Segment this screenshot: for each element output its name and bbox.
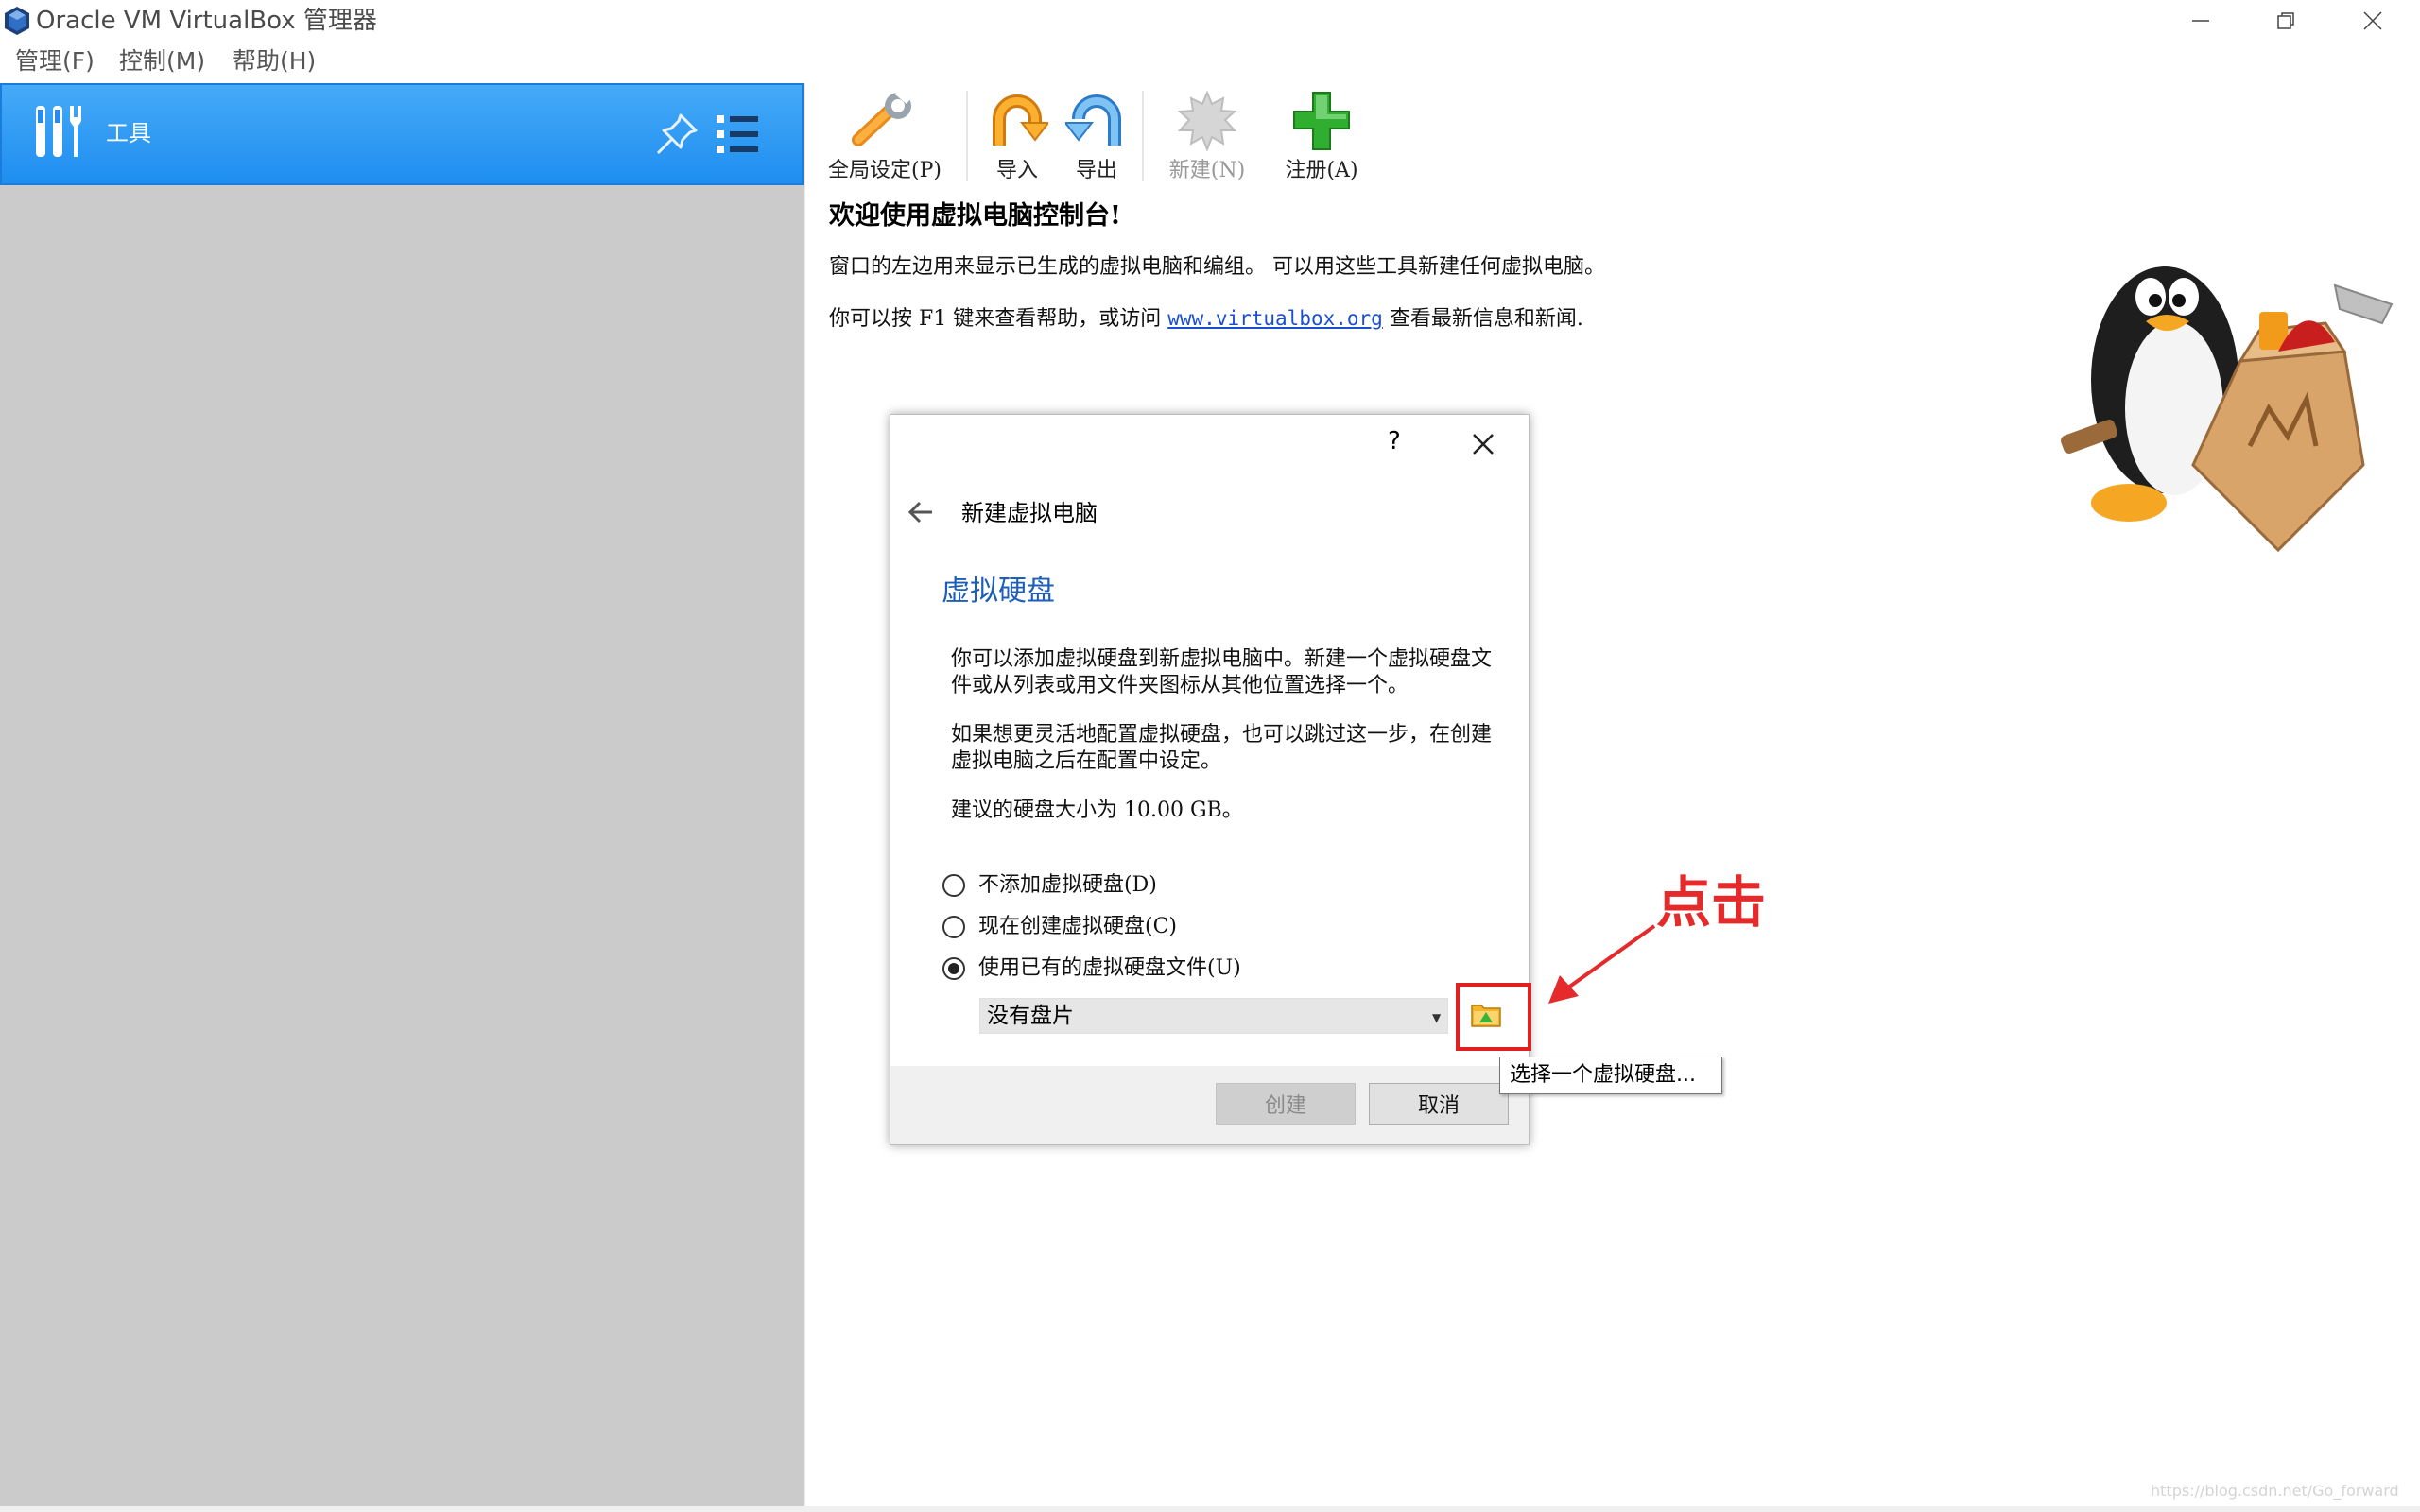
chevron-down-icon[interactable]: ▼ <box>1432 1011 1441 1024</box>
welcome-title: 欢迎使用虚拟电脑控制台! <box>829 201 1121 231</box>
register-icon <box>1293 92 1350 150</box>
watermark: https://blog.csdn.net/Go_forward <box>2151 1482 2399 1500</box>
annotation-arrow-icon <box>1548 924 1656 1004</box>
machine-list-pane <box>0 83 804 1512</box>
import-button[interactable]: 导入 <box>979 87 1055 185</box>
list-menu-icon[interactable] <box>715 112 762 157</box>
radio-button[interactable] <box>942 957 965 980</box>
folder-tooltip: 选择一个虚拟硬盘... <box>1499 1057 1722 1094</box>
menu-manage[interactable]: 管理(F) <box>15 47 95 76</box>
export-label: 导出 <box>1075 159 1117 182</box>
back-arrow-icon[interactable] <box>906 499 936 525</box>
toolbar-separator <box>966 91 968 181</box>
folder-icon[interactable] <box>1470 998 1502 1030</box>
dialog-close-icon[interactable] <box>1468 429 1498 459</box>
dialog-help-button[interactable]: ? <box>1388 427 1401 455</box>
menu-control[interactable]: 控制(M) <box>119 47 205 76</box>
tux-toolbox-illustration <box>2061 266 2394 553</box>
description-paragraph-2: 如果想更灵活地配置虚拟硬盘，也可以跳过这一步，在创建虚拟电脑之后在配置中设定。 <box>951 723 1493 773</box>
radio-no-disk[interactable]: 不添加虚拟硬盘(D) <box>942 871 1157 900</box>
pane-splitter[interactable] <box>804 83 805 1512</box>
radio-button[interactable] <box>942 916 965 938</box>
pin-icon[interactable] <box>652 110 701 159</box>
welcome-line-2-prefix: 你可以按 F1 键来查看帮助，或访问 <box>829 307 1168 331</box>
welcome-line-1: 窗口的左边用来显示已生成的虚拟电脑和编组。 可以用这些工具新建任何虚拟电脑。 <box>829 255 1605 279</box>
virtualbox-link[interactable]: www.virtualbox.org <box>1167 307 1383 330</box>
radio-label: 使用已有的虚拟硬盘文件(U) <box>978 956 1241 980</box>
existing-disk-select-value: 没有盘片 <box>987 1004 1074 1028</box>
new-label: 新建(N) <box>1168 159 1246 182</box>
welcome-line-2-suffix: 查看最新信息和新闻. <box>1382 307 1583 331</box>
menu-bar <box>0 42 2420 83</box>
welcome-line-2: 你可以按 F1 键来查看帮助，或访问 www.virtualbox.org 查看… <box>829 304 1583 334</box>
import-icon <box>993 94 1048 146</box>
page-heading: 虚拟硬盘 <box>942 575 1055 608</box>
virtualbox-app-icon <box>5 7 29 35</box>
close-button[interactable] <box>2329 0 2416 42</box>
radio-button[interactable] <box>942 874 965 897</box>
radio-label: 不添加虚拟硬盘(D) <box>978 873 1157 897</box>
import-label: 导入 <box>995 159 1038 182</box>
tools-icon <box>36 106 81 157</box>
new-button[interactable]: 新建(N) <box>1153 87 1261 185</box>
dialog-title: 新建虚拟电脑 <box>961 500 1098 526</box>
restore-button[interactable] <box>2242 0 2329 42</box>
recommended-size-text: 建议的硬盘大小为 10.00 GB。 <box>951 799 1243 822</box>
radio-existing-disk[interactable]: 使用已有的虚拟硬盘文件(U) <box>942 954 1241 983</box>
tools-label: 工具 <box>106 120 151 146</box>
register-button[interactable]: 注册(A) <box>1267 87 1376 185</box>
export-icon <box>1065 94 1121 146</box>
restore-icon <box>2277 12 2294 29</box>
description-paragraph-1: 你可以添加虚拟硬盘到新虚拟电脑中。新建一个虚拟硬盘文件或从列表或用文件夹图标从其… <box>951 647 1493 697</box>
minimize-button[interactable] <box>2157 0 2244 42</box>
toolbar-separator <box>1142 91 1144 181</box>
export-button[interactable]: 导出 <box>1059 87 1134 185</box>
close-icon <box>2363 11 2382 30</box>
window-title: Oracle VM VirtualBox 管理器 <box>36 7 377 35</box>
create-button[interactable]: 创建 <box>1216 1083 1356 1125</box>
minimize-icon <box>2192 20 2209 22</box>
global-settings-label: 全局设定(P) <box>828 159 942 182</box>
cancel-button[interactable]: 取消 <box>1369 1083 1509 1125</box>
radio-selected-dot <box>948 963 959 974</box>
radio-create-disk[interactable]: 现在创建虚拟硬盘(C) <box>942 913 1177 941</box>
register-label: 注册(A) <box>1285 159 1358 182</box>
menu-help[interactable]: 帮助(H) <box>233 47 316 76</box>
status-strip <box>0 1506 2420 1512</box>
global-settings-icon <box>852 91 913 146</box>
radio-label: 现在创建虚拟硬盘(C) <box>978 915 1177 938</box>
global-settings-button[interactable]: 全局设定(P) <box>819 87 951 185</box>
new-icon <box>1177 91 1237 151</box>
